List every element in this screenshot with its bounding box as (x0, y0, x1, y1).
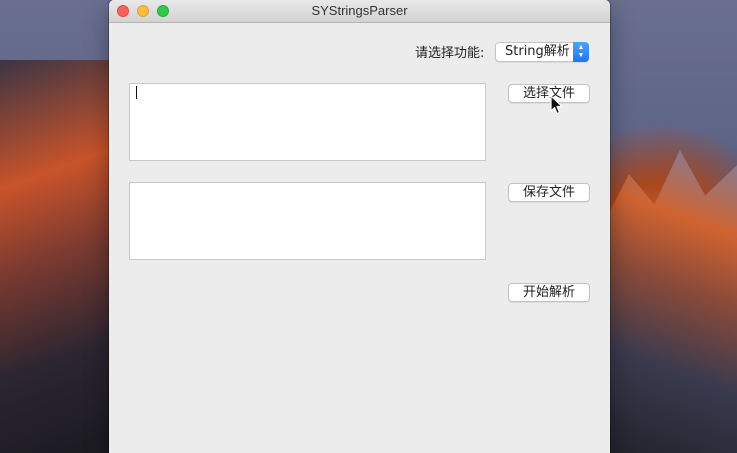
window-content: 请选择功能: String解析 ▲ ▼ 选择文件 保存文件 开始解析 (109, 23, 610, 453)
save-file-button[interactable]: 保存文件 (508, 183, 590, 202)
wallpaper-mountain-left (0, 60, 110, 453)
start-parse-button[interactable]: 开始解析 (508, 283, 590, 302)
app-window: SYStringsParser 请选择功能: String解析 ▲ ▼ 选择文件 … (109, 0, 610, 453)
output-text-area[interactable] (129, 182, 486, 260)
choose-file-button[interactable]: 选择文件 (508, 84, 590, 103)
input-text-area[interactable] (129, 83, 486, 161)
text-caret (136, 86, 137, 99)
function-select-value: String解析 (505, 44, 570, 59)
window-title: SYStringsParser (311, 3, 408, 18)
function-select-label: 请选择功能: (415, 46, 485, 61)
wallpaper-mountain-right (610, 150, 737, 453)
up-down-chevron-icon: ▲ ▼ (573, 42, 589, 62)
mouse-pointer-icon (550, 95, 563, 115)
title-bar[interactable]: SYStringsParser (109, 0, 610, 23)
function-select-popup[interactable]: String解析 ▲ ▼ (495, 42, 589, 62)
